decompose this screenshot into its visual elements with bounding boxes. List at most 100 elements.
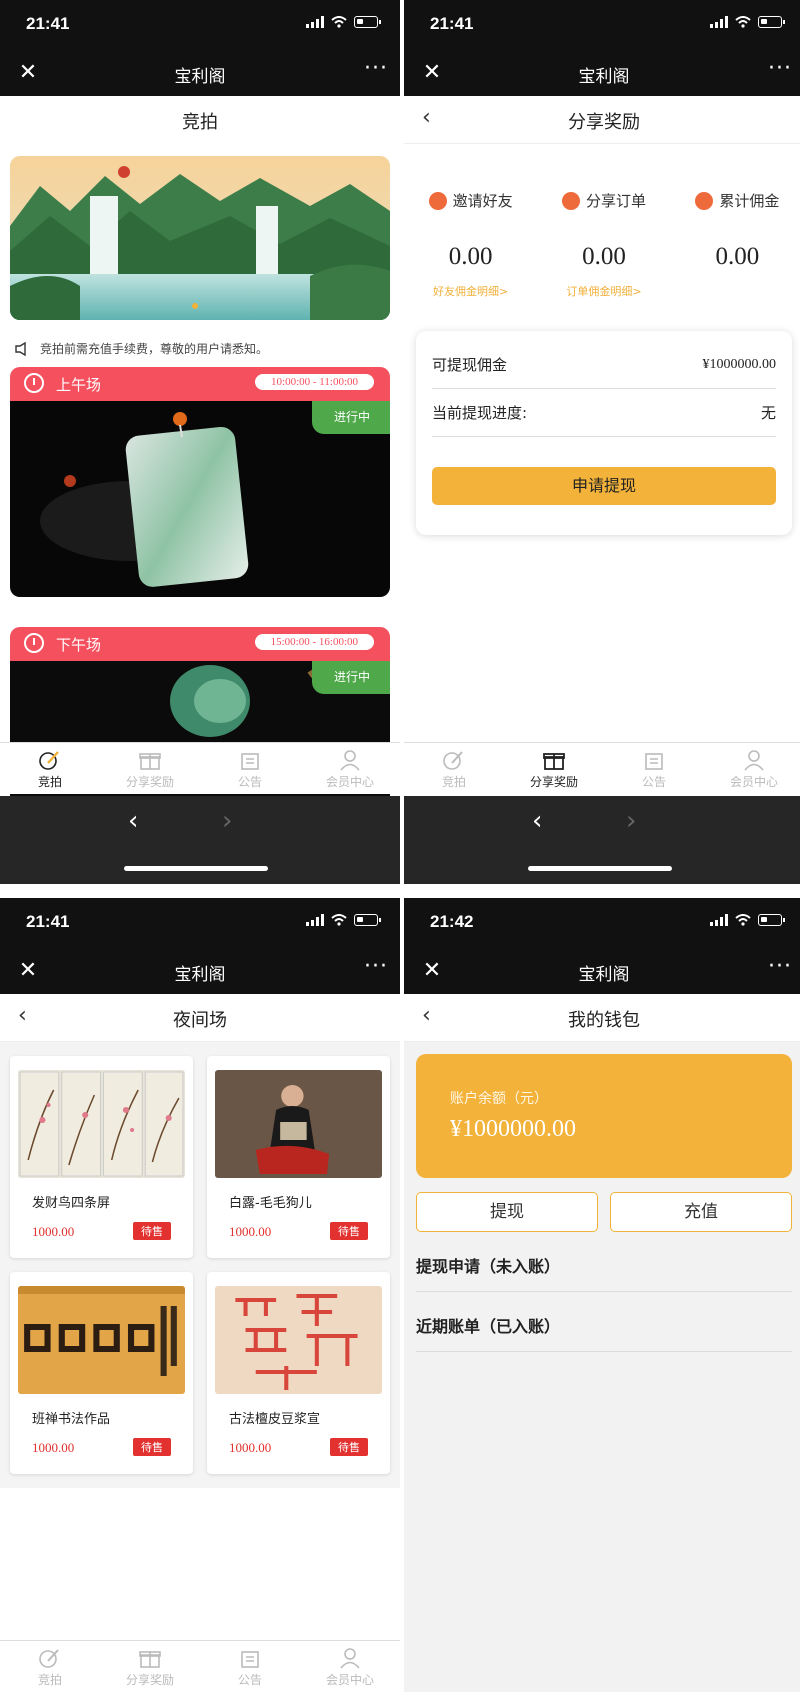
announcement-icon — [241, 753, 259, 770]
status-bar: 21:41 — [0, 898, 400, 950]
tab-auction[interactable]: 竞拍 — [0, 743, 100, 794]
tab-label: 分享奖励 — [125, 775, 174, 789]
user-icon — [340, 1648, 360, 1669]
wifi-icon — [331, 16, 347, 28]
home-indicator — [124, 866, 268, 871]
reward-summary: 邀请好友 0.00 好友佣金明细> 分享订单 0.00 订单佣金明细> 累计佣金… — [404, 144, 800, 299]
status-badge: 待售 — [330, 1222, 368, 1240]
gift-icon — [139, 753, 161, 770]
page-header: 竞拍 — [0, 96, 400, 144]
friend-commission-link[interactable]: 好友佣金明细> — [404, 283, 537, 299]
status-time: 21:41 — [26, 14, 70, 33]
tab-label: 会员中心 — [325, 1673, 374, 1687]
back-arrow-icon[interactable]: ‹ — [128, 806, 138, 836]
product-name: 班禅书法作品 — [32, 1412, 111, 1427]
session-name: 下午场 — [56, 636, 102, 654]
share-order-value: 0.00 — [582, 243, 626, 270]
product-card[interactable]: 古法檀皮豆浆宣 1000.00 待售 — [207, 1272, 390, 1474]
pending-withdrawals-section[interactable]: 提现申请（未入账） — [416, 1242, 792, 1292]
withdraw-button[interactable]: 提现 — [416, 1192, 598, 1232]
user-icon — [340, 750, 360, 771]
share-order-icon — [561, 191, 580, 210]
tab-member[interactable]: 会员中心 — [704, 743, 800, 794]
total-commission-value: 0.00 — [715, 243, 760, 270]
gift-icon — [543, 753, 565, 770]
withdrawable-value: ¥1000000.00 — [702, 356, 777, 372]
tab-label: 竞拍 — [441, 775, 466, 789]
more-icon[interactable]: ··· — [364, 954, 388, 979]
wechat-title-bar: ✕ 宝利阁 ··· — [404, 950, 800, 994]
gift-icon — [139, 1651, 161, 1668]
session-image[interactable]: 进行中 — [10, 401, 390, 597]
product-card[interactable]: 白露-毛毛狗儿 1000.00 待售 — [207, 1056, 390, 1258]
session-name: 上午场 — [56, 376, 102, 394]
more-icon[interactable]: ··· — [364, 56, 388, 81]
signal-icon — [710, 16, 728, 28]
more-icon[interactable]: ··· — [768, 954, 792, 979]
battery-icon — [758, 16, 785, 28]
product-price: 1000.00 — [229, 1440, 272, 1455]
forward-arrow-icon[interactable]: › — [626, 806, 636, 836]
announcement-icon — [645, 753, 663, 770]
tab-share-reward[interactable]: 分享奖励 — [100, 1641, 200, 1692]
status-time: 21:41 — [26, 912, 70, 931]
tab-label: 分享奖励 — [125, 1673, 174, 1687]
recent-bills-section[interactable]: 近期账单（已入账） — [416, 1302, 792, 1352]
session-status: 进行中 — [311, 401, 390, 434]
tab-auction[interactable]: 竞拍 — [404, 743, 504, 794]
notice-text: 竞拍前需充值手续费，尊敬的用户请悉知。 — [40, 342, 269, 356]
banner-image[interactable] — [10, 156, 390, 320]
coins-icon — [695, 191, 714, 210]
browser-nav-bar: ‹ › — [404, 796, 800, 884]
order-commission-link[interactable]: 订单佣金明细> — [537, 283, 670, 299]
tab-announcement[interactable]: 公告 — [200, 1641, 300, 1692]
tab-label: 公告 — [237, 775, 262, 789]
page-title: 分享奖励 — [568, 112, 640, 133]
battery-icon — [354, 914, 381, 926]
wifi-icon — [735, 914, 751, 926]
more-icon[interactable]: ··· — [768, 56, 792, 81]
tab-label: 竞拍 — [37, 1673, 62, 1687]
page-header: ‹ 夜间场 — [0, 994, 400, 1042]
tab-share-reward[interactable]: 分享奖励 — [100, 743, 200, 794]
product-name: 发财鸟四条屏 — [32, 1196, 111, 1211]
balance-value: ¥1000000.00 — [450, 1116, 576, 1142]
wallet-actions: 提现 充值 — [416, 1192, 792, 1232]
product-image — [18, 1070, 185, 1178]
status-bar: 21:41 — [0, 0, 400, 52]
tab-bar: 竞拍 分享奖励 公告 会员中心 — [0, 742, 400, 794]
session-time: 15:00:00 - 16:00:00 — [254, 634, 374, 650]
product-name: 古法檀皮豆浆宣 — [229, 1412, 321, 1427]
total-commission-link — [671, 283, 800, 297]
announcement-icon — [241, 1651, 259, 1668]
battery-icon — [758, 914, 785, 926]
tab-member[interactable]: 会员中心 — [300, 743, 400, 794]
forward-arrow-icon[interactable]: › — [222, 806, 232, 836]
signal-icon — [306, 914, 324, 926]
session-card-morning[interactable]: 上午场 10:00:00 - 11:00:00 进行中 — [10, 367, 390, 597]
tab-label: 分享奖励 — [529, 775, 578, 789]
tab-share-reward[interactable]: 分享奖励 — [504, 743, 604, 794]
auction-icon — [39, 751, 59, 770]
speaker-icon — [15, 341, 26, 356]
tab-announcement[interactable]: 公告 — [604, 743, 704, 794]
product-card[interactable]: 班禅书法作品 1000.00 待售 — [10, 1272, 193, 1474]
status-badge: 待售 — [133, 1438, 171, 1456]
product-image — [18, 1286, 185, 1394]
recharge-button[interactable]: 充值 — [610, 1192, 792, 1232]
tab-auction[interactable]: 竞拍 — [0, 1641, 100, 1692]
tab-member[interactable]: 会员中心 — [300, 1641, 400, 1692]
battery-icon — [354, 16, 381, 28]
progress-label: 当前提现进度: — [432, 404, 528, 422]
tab-announcement[interactable]: 公告 — [200, 743, 300, 794]
panel-divider — [400, 0, 404, 1692]
night-session-screen: 21:41 ✕ 宝利阁 ··· ‹ 夜间场 发财鸟四条屏 1000.00 待售 … — [0, 898, 400, 1692]
page-title: 夜间场 — [173, 1010, 227, 1031]
session-header: 下午场 15:00:00 - 16:00:00 — [10, 627, 390, 661]
back-arrow-icon[interactable]: ‹ — [532, 806, 542, 836]
apply-withdraw-button[interactable]: 申请提现 — [432, 467, 776, 505]
product-card[interactable]: 发财鸟四条屏 1000.00 待售 — [10, 1056, 193, 1258]
product-image — [215, 1070, 382, 1178]
total-commission-column: 累计佣金 0.00 — [671, 190, 800, 299]
page-header: ‹ 分享奖励 — [404, 96, 800, 144]
